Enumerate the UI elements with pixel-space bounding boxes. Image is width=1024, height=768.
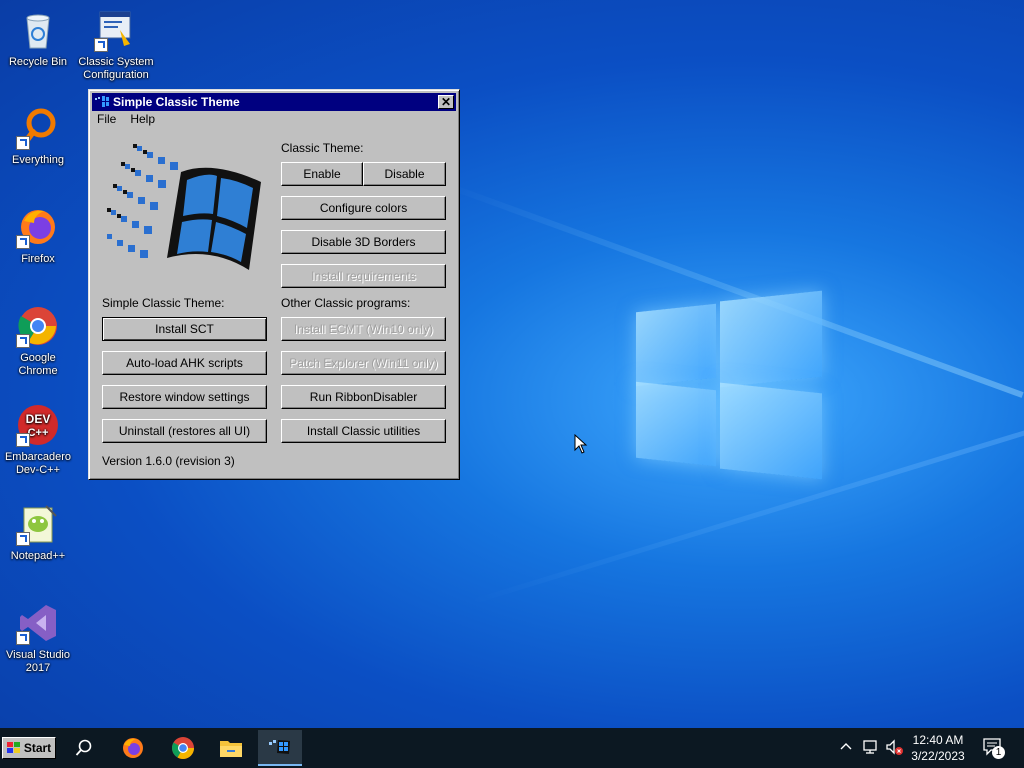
chevron-up-icon bbox=[840, 743, 852, 750]
configure-colors-button[interactable]: Configure colors bbox=[281, 196, 446, 220]
network-icon bbox=[863, 740, 877, 754]
menu-bar: File Help bbox=[97, 112, 155, 126]
shortcut-arrow-icon bbox=[16, 235, 30, 249]
desktop-icon-firefox[interactable]: Firefox bbox=[0, 205, 76, 266]
visual-studio-icon bbox=[16, 601, 60, 645]
taskbar-file-explorer-button[interactable] bbox=[209, 730, 253, 766]
taskbar-search-button[interactable] bbox=[62, 730, 106, 766]
run-ribbon-disabler-button[interactable]: Run RibbonDisabler bbox=[281, 385, 446, 409]
app-icon bbox=[95, 96, 109, 108]
desktop-icon-google-chrome[interactable]: Google Chrome bbox=[0, 304, 76, 378]
shortcut-arrow-icon bbox=[16, 532, 30, 546]
desktop-icon-notepad-plus-plus[interactable]: Notepad++ bbox=[0, 502, 76, 563]
install-requirements-button[interactable]: Install requirements bbox=[281, 264, 446, 288]
menu-help[interactable]: Help bbox=[130, 112, 155, 126]
window-title: Simple Classic Theme bbox=[113, 95, 240, 109]
install-ecmt-button[interactable]: Install ECMT (Win10 only) bbox=[281, 317, 446, 341]
desktop-icon-label: Google Chrome bbox=[18, 352, 58, 377]
desktop-icon-label: Everything bbox=[12, 154, 64, 166]
desktop-icon-classic-system-configuration[interactable]: Classic System Configuration bbox=[78, 8, 154, 82]
desktop-icon-label: Visual Studio 2017 bbox=[5, 649, 70, 674]
clock-time: 12:40 AM bbox=[912, 733, 964, 747]
shortcut-arrow-icon bbox=[16, 433, 30, 447]
autoload-ahk-scripts-button[interactable]: Auto-load AHK scripts bbox=[102, 351, 267, 375]
install-classic-utilities-button[interactable]: Install Classic utilities bbox=[281, 419, 446, 443]
desktop-icon-everything[interactable]: Everything bbox=[0, 106, 76, 167]
desktop-icon-label: Recycle Bin bbox=[8, 56, 68, 68]
shortcut-arrow-icon bbox=[16, 631, 30, 645]
taskbar-simple-classic-theme-button[interactable] bbox=[258, 730, 302, 766]
start-windows-icon bbox=[6, 742, 21, 754]
enable-button[interactable]: Enable bbox=[281, 162, 363, 186]
svg-text:DEV: DEV bbox=[26, 412, 51, 426]
shortcut-arrow-icon bbox=[94, 38, 108, 52]
desktop-icon-label: Firefox bbox=[21, 253, 55, 265]
tray-network[interactable] bbox=[862, 739, 880, 758]
desktop-icon-label: Notepad++ bbox=[10, 550, 66, 562]
desktop-icon-label: Classic System Configuration bbox=[78, 56, 154, 81]
desktop-icon-label: Embarcadero Dev-C++ bbox=[4, 451, 72, 476]
file-explorer-icon bbox=[220, 741, 242, 757]
desktop-icon-visual-studio-2017[interactable]: Visual Studio 2017 bbox=[0, 601, 76, 675]
simple-classic-theme-window: Simple Classic Theme ✕ File Help Classic… bbox=[88, 89, 460, 480]
volume-muted-icon bbox=[886, 739, 903, 755]
uninstall-button[interactable]: Uninstall (restores all UI) bbox=[102, 419, 267, 443]
svg-text:C++: C++ bbox=[28, 427, 49, 439]
window-titlebar[interactable]: Simple Classic Theme ✕ bbox=[92, 93, 456, 111]
desktop-icon-recycle-bin[interactable]: Recycle Bin bbox=[0, 8, 76, 69]
system-configuration-icon bbox=[94, 8, 138, 52]
classic-theme-heading: Classic Theme: bbox=[281, 141, 364, 155]
start-label: Start bbox=[23, 741, 52, 755]
close-button[interactable]: ✕ bbox=[438, 95, 454, 109]
disable-3d-borders-button[interactable]: Disable 3D Borders bbox=[281, 230, 446, 254]
action-center-button[interactable]: 1 bbox=[983, 738, 1005, 759]
shortcut-arrow-icon bbox=[16, 136, 30, 150]
dev-cpp-icon: DEV C++ bbox=[16, 403, 60, 447]
classic-windows-logo bbox=[103, 142, 265, 282]
notification-count-badge: 1 bbox=[992, 746, 1005, 759]
wallpaper-windows-logo bbox=[636, 290, 822, 480]
taskbar-firefox-button[interactable] bbox=[111, 730, 155, 766]
close-icon: ✕ bbox=[440, 95, 452, 109]
tray-clock[interactable]: 12:40 AM 3/22/2023 bbox=[905, 732, 971, 764]
desktop-icon-embarcadero-dev-cpp[interactable]: DEV C++ Embarcadero Dev-C++ bbox=[0, 403, 76, 477]
clock-date: 3/22/2023 bbox=[911, 749, 965, 763]
simple-classic-theme-icon bbox=[269, 740, 290, 754]
chrome-icon bbox=[16, 304, 60, 348]
firefox-icon bbox=[16, 205, 60, 249]
start-button[interactable]: Start bbox=[2, 737, 56, 759]
notepad-plus-plus-icon bbox=[16, 502, 60, 546]
other-programs-heading: Other Classic programs: bbox=[281, 296, 411, 310]
menu-file[interactable]: File bbox=[97, 112, 116, 126]
install-sct-button[interactable]: Install SCT bbox=[102, 317, 267, 341]
shortcut-arrow-icon bbox=[16, 334, 30, 348]
search-icon bbox=[75, 739, 92, 756]
simple-classic-theme-heading: Simple Classic Theme: bbox=[102, 296, 225, 310]
firefox-icon bbox=[123, 738, 143, 758]
recycle-bin-icon bbox=[16, 8, 60, 52]
taskbar-chrome-button[interactable] bbox=[161, 730, 205, 766]
tray-show-hidden-icons[interactable] bbox=[839, 740, 853, 755]
version-label: Version 1.6.0 (revision 3) bbox=[102, 454, 235, 468]
tray-volume[interactable] bbox=[885, 739, 905, 760]
chrome-icon bbox=[172, 737, 194, 759]
mouse-cursor-icon bbox=[574, 433, 588, 457]
disable-button[interactable]: Disable bbox=[363, 162, 446, 186]
patch-explorer-button[interactable]: Patch Explorer (Win11 only) bbox=[281, 351, 446, 375]
everything-magnifier-icon bbox=[16, 106, 60, 150]
restore-window-settings-button[interactable]: Restore window settings bbox=[102, 385, 267, 409]
